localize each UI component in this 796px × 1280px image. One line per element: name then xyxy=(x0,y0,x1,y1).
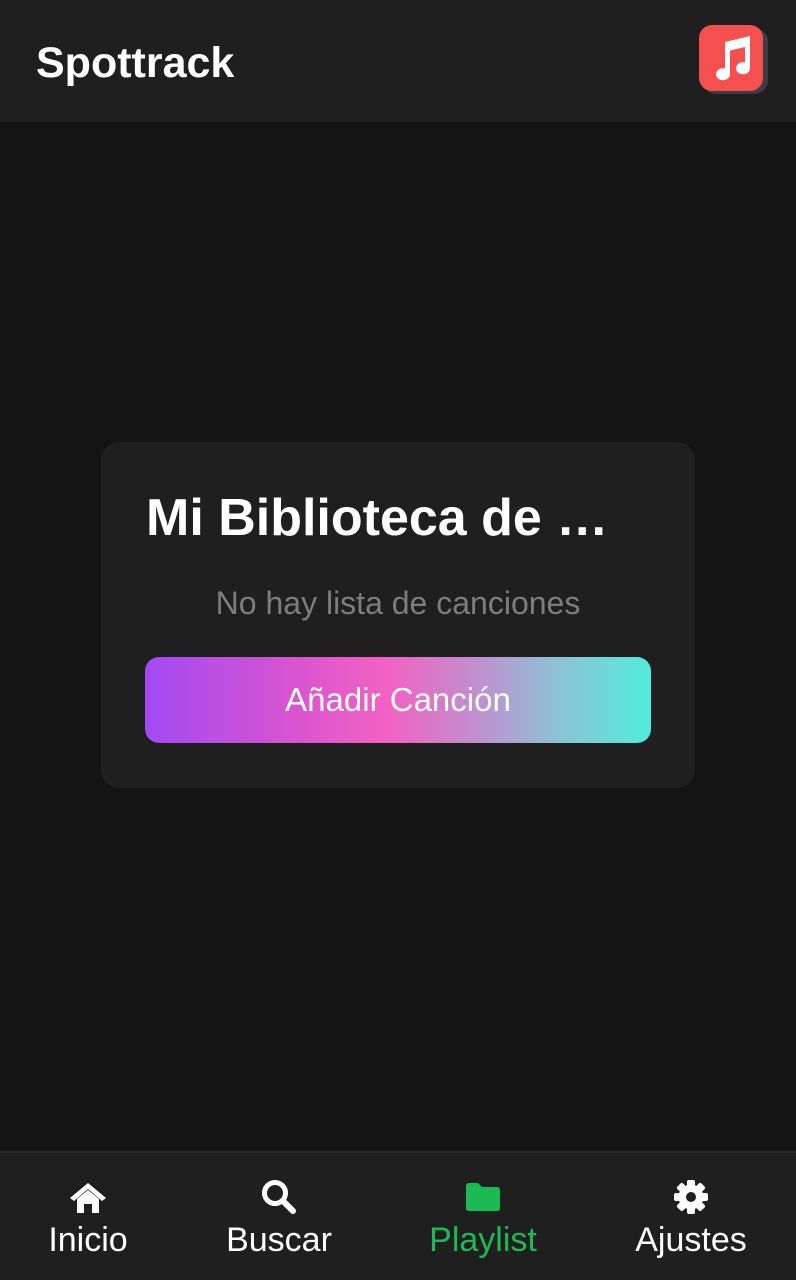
folder-icon xyxy=(466,1183,500,1211)
add-song-button[interactable]: Añadir Canción xyxy=(145,657,651,743)
nav-label-buscar: Buscar xyxy=(226,1221,332,1259)
empty-state-message: No hay lista de canciones xyxy=(215,585,581,621)
music-note-icon[interactable] xyxy=(698,24,769,95)
home-icon xyxy=(70,1183,106,1213)
gear-icon xyxy=(674,1180,708,1214)
nav-label-ajustes: Ajustes xyxy=(635,1221,747,1259)
nav-item-buscar[interactable]: Buscar xyxy=(214,1153,344,1280)
nav-label-inicio: Inicio xyxy=(48,1221,128,1259)
bottom-navigation: Inicio Buscar Playlist Ajustes xyxy=(0,1151,796,1280)
library-title: Mi Biblioteca de M… xyxy=(146,489,646,547)
nav-item-ajustes[interactable]: Ajustes xyxy=(622,1153,760,1280)
nav-item-playlist[interactable]: Playlist xyxy=(414,1153,552,1280)
app-title: Spottrack xyxy=(36,39,235,87)
search-icon xyxy=(262,1180,296,1214)
app-header: Spottrack xyxy=(0,0,796,122)
library-card: Mi Biblioteca de M… No hay lista de canc… xyxy=(101,442,695,788)
app-screen: Spottrack Mi Biblioteca de M… No hay lis… xyxy=(0,0,796,1280)
nav-label-playlist: Playlist xyxy=(429,1221,537,1259)
nav-item-inicio[interactable]: Inicio xyxy=(28,1153,148,1280)
